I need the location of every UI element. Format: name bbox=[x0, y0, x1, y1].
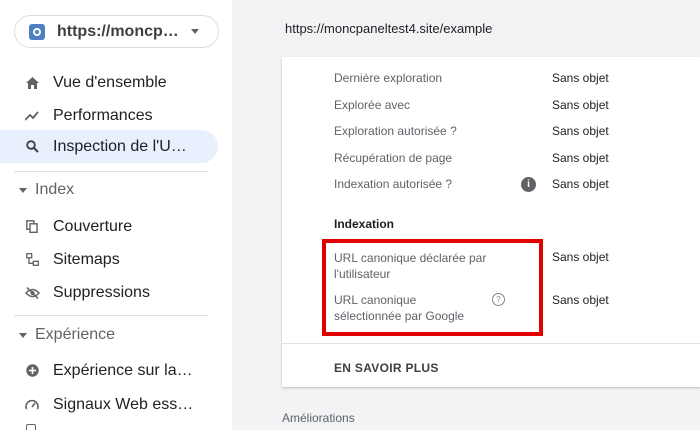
trending-up-icon bbox=[24, 110, 40, 121]
nav-label: Vue d'ensemble bbox=[53, 73, 167, 91]
nav-label: Signaux Web ess… bbox=[53, 395, 194, 413]
caret-down-icon bbox=[19, 332, 27, 338]
page-url: https://moncpaneltest4.site/example bbox=[285, 21, 493, 36]
caret-down-icon bbox=[19, 187, 27, 193]
nav-label: Inspection de l'U… bbox=[53, 137, 187, 155]
chevron-down-icon bbox=[191, 29, 199, 34]
section-index[interactable]: Index bbox=[0, 178, 218, 202]
highlight-box bbox=[322, 239, 543, 336]
info-icon[interactable]: i bbox=[521, 177, 536, 192]
nav-removals[interactable]: Suppressions bbox=[0, 276, 218, 309]
wordpress-icon bbox=[29, 23, 45, 40]
divider bbox=[14, 171, 208, 172]
row-label: Exploration autorisée ? bbox=[334, 124, 457, 138]
home-icon bbox=[24, 76, 40, 89]
nav-label: Performances bbox=[53, 106, 153, 124]
search-icon bbox=[24, 140, 40, 153]
property-url: https://moncp… bbox=[57, 22, 179, 40]
copy-icon bbox=[24, 220, 40, 233]
nav-sitemaps[interactable]: Sitemaps bbox=[0, 243, 218, 276]
row-label: Dernière exploration bbox=[334, 71, 443, 85]
divider bbox=[282, 343, 700, 344]
row-value: Sans objet bbox=[552, 71, 609, 85]
nav-page-experience[interactable]: Expérience sur la… bbox=[0, 354, 218, 387]
nav-label: Suppressions bbox=[53, 283, 150, 301]
improvements-heading: Améliorations bbox=[282, 411, 355, 425]
learn-more-link[interactable]: EN SAVOIR PLUS bbox=[334, 361, 439, 375]
row-value: Sans objet bbox=[552, 124, 609, 138]
row-value: Sans objet bbox=[552, 293, 609, 307]
nav-core-web-vitals[interactable]: Signaux Web ess… bbox=[0, 388, 218, 421]
plus-circle-icon bbox=[24, 364, 40, 377]
row-label: Récupération de page bbox=[334, 151, 453, 165]
nav-label: Couverture bbox=[53, 217, 133, 235]
nav-next-icon-partial bbox=[26, 424, 36, 430]
inspection-details-card: Dernière exploration Sans objet Explorée… bbox=[282, 57, 700, 387]
row-label: Indexation autorisée ? bbox=[334, 177, 453, 191]
gauge-icon bbox=[24, 399, 40, 411]
row-value: Sans objet bbox=[552, 250, 609, 264]
sidebar: https://moncp… Vue d'ensemble Performanc… bbox=[0, 0, 232, 430]
nav-label: Expérience sur la… bbox=[53, 361, 193, 379]
divider bbox=[14, 315, 208, 316]
sitemap-icon bbox=[24, 253, 40, 266]
section-title: Index bbox=[35, 181, 75, 198]
nav-coverage[interactable]: Couverture bbox=[0, 210, 218, 243]
row-value: Sans objet bbox=[552, 151, 609, 165]
indexing-title: Indexation bbox=[334, 217, 395, 231]
nav-performance[interactable]: Performances bbox=[0, 99, 218, 132]
row-label: Explorée avec bbox=[334, 98, 411, 112]
section-experience[interactable]: Expérience bbox=[0, 323, 218, 347]
property-selector[interactable]: https://moncp… bbox=[14, 15, 219, 48]
row-value: Sans objet bbox=[552, 98, 609, 112]
nav-overview[interactable]: Vue d'ensemble bbox=[0, 66, 218, 99]
section-title: Expérience bbox=[35, 326, 116, 343]
eye-off-icon bbox=[24, 286, 40, 299]
nav-label: Sitemaps bbox=[53, 250, 120, 268]
row-value: Sans objet bbox=[552, 177, 609, 191]
nav-url-inspection[interactable]: Inspection de l'U… bbox=[0, 130, 218, 163]
